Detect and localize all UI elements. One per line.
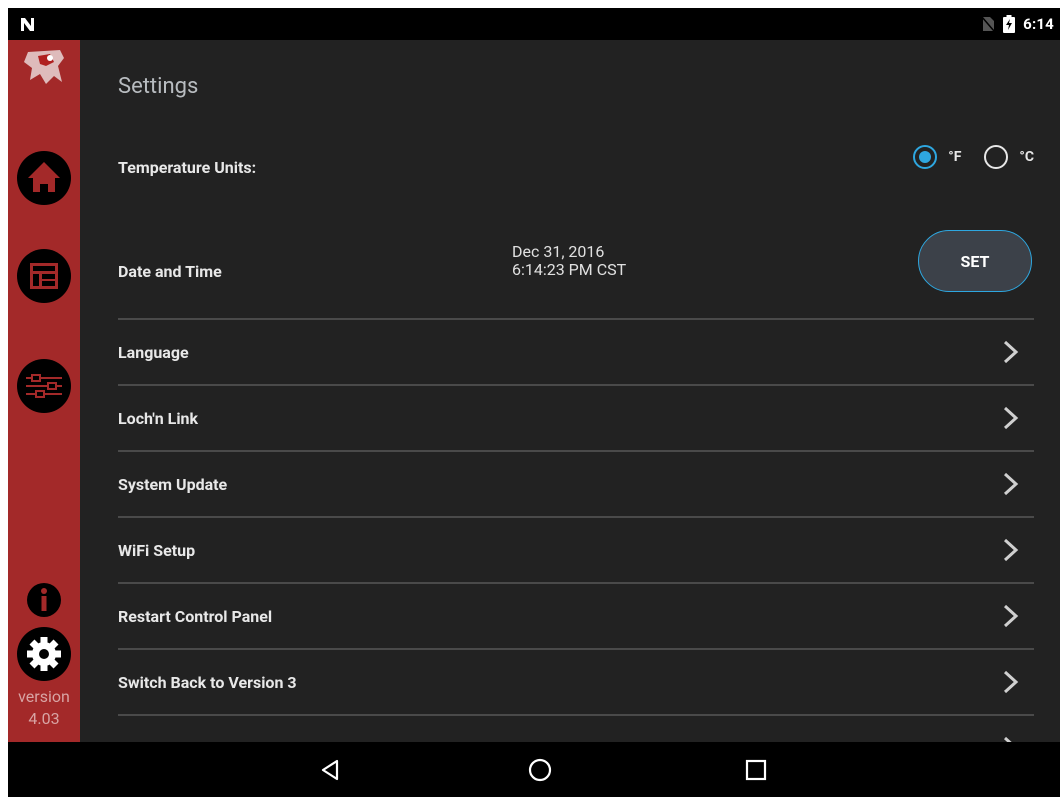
chevron-right-icon [1003, 406, 1019, 430]
radio-celsius[interactable]: °C [983, 144, 1034, 170]
controls-button[interactable] [16, 358, 72, 414]
version-number: 4.03 [28, 709, 60, 728]
menu-item-label: Language [118, 342, 189, 362]
menu-item-label: System Update [118, 474, 228, 494]
device-screen: 6:14 version 4.03 Settings Temperature U… [8, 8, 1060, 797]
dashboard-icon [17, 249, 71, 303]
chevron-right-icon [1003, 472, 1019, 496]
battery-charging-icon [1003, 15, 1016, 33]
home-button[interactable] [16, 150, 72, 206]
navigation-bar [8, 742, 1060, 797]
time-value: 6:14:23 PM CST [512, 260, 627, 279]
status-time: 6:14 [1023, 15, 1054, 33]
chevron-right-icon [1003, 670, 1019, 694]
page-title: Settings [118, 74, 199, 99]
chevron-right-icon [1003, 604, 1019, 628]
version-info: version 4.03 [8, 686, 80, 730]
recents-icon [745, 759, 767, 781]
sliders-icon [17, 359, 71, 413]
gear-icon [17, 627, 71, 681]
menu-item-system-update[interactable]: System Update [118, 452, 1034, 516]
n-logo-icon [21, 18, 34, 31]
date-time-value: Dec 31, 2016 6:14:23 PM CST [512, 243, 626, 279]
set-date-time-button[interactable]: SET [918, 230, 1032, 292]
settings-panel: Settings Temperature Units: °F °C Date a… [80, 40, 1060, 760]
temperature-radio-group: °F °C [912, 144, 1034, 170]
menu-item-switch-back[interactable]: Switch Back to Version 3 [118, 650, 1034, 714]
chevron-right-icon [1003, 340, 1019, 364]
menu-item-lochn-link[interactable]: Loch'n Link [118, 386, 1034, 450]
info-button[interactable] [16, 580, 72, 620]
logo-icon[interactable] [20, 44, 70, 88]
back-icon [321, 759, 339, 781]
temperature-units-label: Temperature Units: [118, 158, 257, 177]
menu-item-label: Switch Back to Version 3 [118, 672, 297, 692]
sidebar: version 4.03 [8, 40, 80, 742]
menu-item-restart-control-panel[interactable]: Restart Control Panel [118, 584, 1034, 648]
date-time-label: Date and Time [118, 262, 222, 281]
no-sim-icon [981, 16, 995, 32]
menu-item-label: Restart Control Panel [118, 606, 273, 626]
settings-menu: Language Loch'n Link System Update WiFi … [118, 318, 1034, 780]
menu-item-wifi-setup[interactable]: WiFi Setup [118, 518, 1034, 582]
celsius-label: °C [1019, 149, 1034, 165]
version-label: version [18, 687, 70, 706]
menu-item-label: WiFi Setup [118, 540, 196, 560]
radio-unselected-icon [984, 145, 1009, 169]
chevron-right-icon [1003, 538, 1019, 562]
home-circle-icon [528, 758, 552, 782]
back-button[interactable] [310, 754, 350, 786]
home-icon [17, 151, 71, 205]
settings-button[interactable] [16, 626, 72, 682]
fahrenheit-label: °F [948, 149, 962, 165]
menu-item-language[interactable]: Language [118, 320, 1034, 384]
menu-item-label: Loch'n Link [118, 408, 199, 428]
status-bar: 6:14 [8, 8, 1060, 40]
home-nav-button[interactable] [520, 754, 560, 786]
dashboard-button[interactable] [16, 248, 72, 304]
radio-fahrenheit[interactable]: °F [912, 144, 961, 170]
info-icon [27, 583, 61, 617]
radio-selected-icon [913, 145, 938, 169]
recents-button[interactable] [736, 754, 776, 786]
date-value: Dec 31, 2016 [512, 242, 605, 261]
app-area: version 4.03 Settings Temperature Units:… [8, 40, 1060, 760]
